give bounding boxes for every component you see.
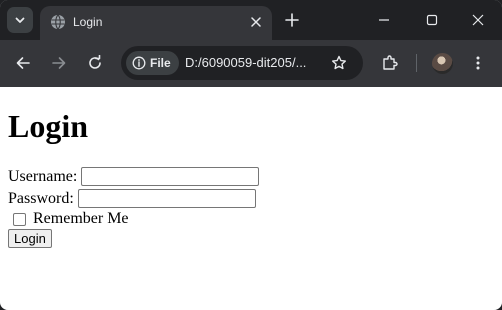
tab-active[interactable]: Login <box>40 6 272 40</box>
url-text[interactable]: D:/6090059-dit205/... <box>185 55 306 71</box>
site-info-chip[interactable]: File <box>126 51 179 75</box>
maximize-icon <box>426 14 438 26</box>
plus-icon <box>285 13 299 27</box>
globe-icon <box>51 14 65 30</box>
kebab-menu-icon <box>476 56 480 70</box>
extensions-button[interactable] <box>378 51 402 75</box>
maximize-button[interactable] <box>420 8 444 32</box>
remember-row: Remember Me <box>8 210 129 228</box>
username-label: Username: <box>8 167 78 185</box>
remember-me-checkbox[interactable] <box>13 212 26 226</box>
back-arrow-icon <box>16 57 30 69</box>
forward-arrow-icon <box>52 57 66 69</box>
extensions-icon <box>383 55 398 70</box>
tab-title: Login <box>73 15 103 29</box>
window-close-button[interactable] <box>466 8 490 32</box>
close-icon <box>251 17 261 27</box>
bookmark-button[interactable] <box>328 52 350 74</box>
tab-search-button[interactable] <box>7 7 33 33</box>
star-icon <box>332 55 346 70</box>
toolbar-divider <box>416 54 417 72</box>
tab-close-button[interactable] <box>247 13 265 31</box>
close-icon <box>472 14 484 26</box>
login-button[interactable]: Login <box>8 229 52 248</box>
new-tab-button[interactable] <box>282 10 302 30</box>
page-title: Login <box>8 108 89 144</box>
chevron-down-icon <box>15 17 25 23</box>
username-input[interactable] <box>81 167 260 186</box>
reload-icon <box>89 55 101 69</box>
minimize-icon <box>379 19 389 21</box>
reload-button[interactable] <box>83 51 107 75</box>
site-info-label: File <box>150 56 171 70</box>
minimize-button[interactable] <box>372 8 396 32</box>
remember-me-label: Remember Me <box>33 210 129 227</box>
password-row: Password: <box>8 189 256 208</box>
forward-button[interactable] <box>47 51 71 75</box>
avatar[interactable] <box>432 53 453 74</box>
web-page: Login Username: Password: Remember Me Lo… <box>0 87 502 310</box>
tab-strip: Login <box>0 0 502 40</box>
username-row: Username: <box>8 167 260 186</box>
password-label: Password: <box>8 189 74 207</box>
back-button[interactable] <box>11 51 35 75</box>
menu-button[interactable] <box>466 51 490 75</box>
browser-window: Login File D:/6090059-dit205/... Login U… <box>0 0 502 310</box>
address-bar[interactable]: File D:/6090059-dit205/... <box>121 46 363 80</box>
info-icon <box>132 56 146 70</box>
password-input[interactable] <box>77 189 256 208</box>
browser-toolbar: File D:/6090059-dit205/... <box>0 40 502 87</box>
